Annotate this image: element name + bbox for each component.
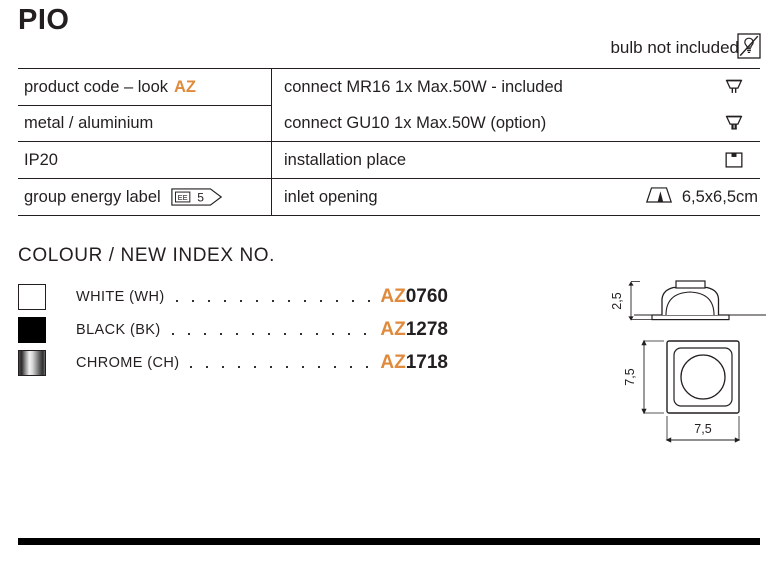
spec-label: installation place <box>284 150 406 169</box>
colour-index-code: AZ1278 <box>380 319 448 341</box>
height-dimension-label: 2,5 <box>610 292 624 309</box>
colour-index-code: AZ0760 <box>380 286 448 308</box>
list-item: CHROME (CH) AZ1718 <box>18 346 448 379</box>
inlet-opening-icon <box>644 184 674 210</box>
bulb-crossed-out-icon <box>737 33 761 59</box>
energy-badge-prefix: EE <box>177 193 187 202</box>
width-dimension-label: 7,5 <box>694 422 711 436</box>
gu10-bulb-icon <box>708 111 760 135</box>
inlet-opening-group: 6,5x6,5cm <box>644 184 760 210</box>
colour-list: WHITE (WH) AZ0760 BLACK (BK) AZ1278 CHRO… <box>18 280 448 379</box>
spec-cell-product-code: product code – look AZ <box>18 69 272 105</box>
colour-name: BLACK (BK) <box>76 321 161 338</box>
spec-cell-ip-rating: IP20 <box>18 142 272 178</box>
footer-bar <box>18 538 760 545</box>
list-item: WHITE (WH) AZ0760 <box>18 280 448 313</box>
spec-cell-material: metal / aluminium <box>18 105 272 141</box>
spec-label: inlet opening <box>284 187 378 206</box>
dot-leader <box>183 359 377 374</box>
spec-cell-installation-place: installation place <box>272 142 760 178</box>
code-number: 1718 <box>405 351 448 373</box>
code-number: 1278 <box>405 318 448 340</box>
depth-dimension-label: 7,5 <box>623 368 637 385</box>
code-prefix: AZ <box>380 285 406 307</box>
table-row: product code – look AZ connect MR16 1x M… <box>18 69 760 105</box>
spec-label: IP20 <box>24 150 58 169</box>
inlet-opening-dimension: 6,5x6,5cm <box>681 187 758 206</box>
colour-index-code: AZ1718 <box>380 352 448 374</box>
colour-name: WHITE (WH) <box>76 288 165 305</box>
energy-label-badge: EE 5 <box>171 187 223 207</box>
page-title: PIO <box>18 4 70 36</box>
spec-label: connect MR16 1x Max.50W - included <box>284 77 563 96</box>
spec-cell-energy-label: group energy label EE 5 <box>18 179 272 215</box>
list-item: BLACK (BK) AZ1278 <box>18 313 448 346</box>
bulb-notice-label: bulb not included <box>610 38 739 57</box>
colour-swatch-white <box>18 283 46 310</box>
plan-view-drawing <box>666 340 740 414</box>
dot-leader <box>168 293 377 308</box>
table-row: metal / aluminium connect GU10 1x Max.50… <box>18 105 760 141</box>
energy-badge-value: 5 <box>197 190 204 204</box>
spec-label: group energy label <box>24 187 161 206</box>
code-prefix: AZ <box>380 351 406 373</box>
colour-swatch-black <box>18 316 46 343</box>
colour-section-heading: COLOUR / NEW INDEX NO. <box>18 245 276 266</box>
technical-drawing: 2,5 7,5 7,5 <box>600 272 777 447</box>
code-number: 0760 <box>405 285 448 307</box>
dot-leader <box>164 326 377 341</box>
colour-name: CHROME (CH) <box>76 354 180 371</box>
recessed-ceiling-icon <box>708 148 760 172</box>
mr16-bulb-icon <box>708 75 760 99</box>
spec-label: metal / aluminium <box>24 114 154 132</box>
table-row: IP20 installation place <box>18 141 760 178</box>
code-prefix: AZ <box>380 318 406 340</box>
specification-table: product code – look AZ connect MR16 1x M… <box>18 68 760 216</box>
depth-dimension: 7,5 <box>623 339 664 415</box>
product-code-accent: AZ <box>174 77 197 96</box>
spec-cell-inlet-opening: inlet opening 6,5x6,5cm <box>272 179 760 215</box>
spec-label: connect GU10 1x Max.50W (option) <box>284 113 547 132</box>
side-view-drawing <box>634 280 766 321</box>
spec-cell-connect-gu10: connect GU10 1x Max.50W (option) <box>272 105 760 141</box>
spec-label: product code – look <box>24 77 169 96</box>
table-row: group energy label EE 5 inlet opening 6,… <box>18 178 760 215</box>
width-dimension: 7,5 <box>665 416 741 443</box>
spec-cell-connect-mr16: connect MR16 1x Max.50W - included <box>272 69 760 105</box>
colour-swatch-chrome <box>18 349 46 376</box>
